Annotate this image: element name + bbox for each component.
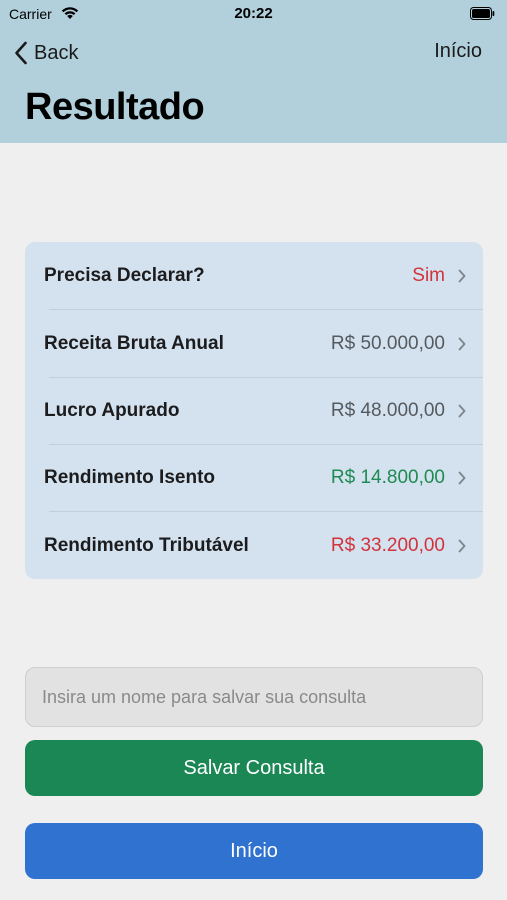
result-value: Sim xyxy=(412,264,445,286)
chevron-right-icon xyxy=(458,539,466,553)
back-button[interactable]: Back xyxy=(14,38,78,68)
save-consulta-button[interactable]: Salvar Consulta xyxy=(25,740,483,796)
chevron-left-icon xyxy=(14,41,28,65)
status-time: 20:22 xyxy=(234,5,273,22)
chevron-right-icon xyxy=(458,269,466,283)
result-label: Precisa Declarar? xyxy=(44,264,205,286)
result-label: Rendimento Isento xyxy=(44,466,216,488)
page-title: Resultado xyxy=(25,86,205,128)
consulta-name-input[interactable] xyxy=(25,667,483,727)
results-card: Precisa Declarar? Sim Receita Bruta Anua… xyxy=(25,242,483,579)
result-value: R$ 33.200,00 xyxy=(330,534,445,556)
result-label: Lucro Apurado xyxy=(44,399,180,421)
result-row-lucro-apurado[interactable]: Lucro Apurado R$ 48.000,00 xyxy=(25,377,483,444)
result-value: R$ 48.000,00 xyxy=(330,399,445,421)
battery-icon xyxy=(470,7,495,20)
inicio-button[interactable]: Início xyxy=(25,823,483,879)
chevron-right-icon xyxy=(458,471,466,485)
result-row-precisa-declarar[interactable]: Precisa Declarar? Sim xyxy=(25,242,483,309)
status-bar: Carrier 20:22 xyxy=(0,0,507,28)
navigation-header: Carrier 20:22 Back Início Resultado xyxy=(0,0,507,143)
result-value: R$ 14.800,00 xyxy=(330,466,445,488)
result-row-rendimento-isento[interactable]: Rendimento Isento R$ 14.800,00 xyxy=(25,444,483,511)
result-value: R$ 50.000,00 xyxy=(330,332,445,354)
chevron-right-icon xyxy=(458,337,466,351)
back-label: Back xyxy=(34,41,79,64)
home-nav-button[interactable]: Início xyxy=(434,40,482,63)
result-label: Rendimento Tributável xyxy=(44,534,249,556)
chevron-right-icon xyxy=(458,404,466,418)
result-label: Receita Bruta Anual xyxy=(44,332,224,354)
result-row-rendimento-tributavel[interactable]: Rendimento Tributável R$ 33.200,00 xyxy=(25,512,483,579)
result-row-receita-bruta[interactable]: Receita Bruta Anual R$ 50.000,00 xyxy=(25,310,483,377)
